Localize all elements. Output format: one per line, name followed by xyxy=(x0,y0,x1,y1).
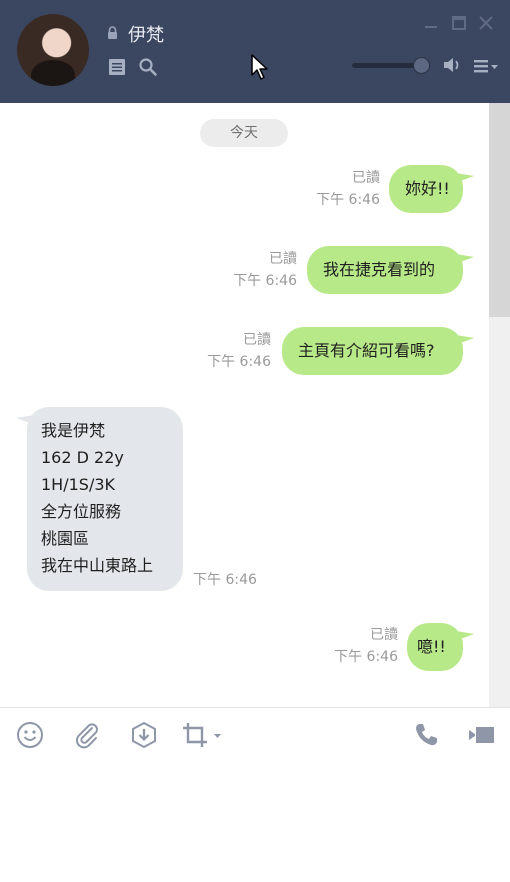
read-status: 已讀 xyxy=(352,170,380,186)
message-meta: 已讀 下午 6:46 xyxy=(217,248,297,292)
message-time: 下午 6:46 xyxy=(233,273,297,289)
avatar[interactable] xyxy=(17,14,89,86)
speaker-icon[interactable] xyxy=(442,56,462,74)
outgoing-message[interactable]: 妳好!! xyxy=(389,165,463,213)
message-line: 我是伊梵 xyxy=(41,421,106,440)
message-time: 下午 6:46 xyxy=(316,192,380,208)
volume-slider-handle[interactable] xyxy=(413,57,430,74)
scrollbar-thumb[interactable] xyxy=(489,103,510,317)
read-status: 已讀 xyxy=(269,251,297,267)
date-divider: 今天 xyxy=(200,119,288,147)
chat-header: 伊梵 xyxy=(0,0,510,103)
message-line: 1H/1S/3K xyxy=(41,475,115,494)
mouse-cursor-icon xyxy=(251,54,268,80)
attach-icon[interactable] xyxy=(72,720,102,750)
video-icon[interactable] xyxy=(466,720,496,750)
message-line: 桃園區 xyxy=(41,529,90,548)
lock-icon xyxy=(108,26,117,39)
outgoing-message[interactable]: 主頁有介紹可看嗎? xyxy=(282,327,463,375)
message-line: 全方位服務 xyxy=(41,502,122,521)
chat-scrollbar[interactable] xyxy=(489,103,510,707)
search-icon[interactable] xyxy=(138,57,158,77)
message-meta: 已讀 下午 6:46 xyxy=(318,624,398,668)
read-status: 已讀 xyxy=(370,627,398,643)
read-status: 已讀 xyxy=(243,332,271,348)
contact-name: 伊梵 xyxy=(128,25,164,46)
emoji-icon[interactable] xyxy=(15,720,45,750)
maximize-icon[interactable] xyxy=(450,14,468,32)
outgoing-message[interactable]: 我在捷克看到的 xyxy=(307,246,463,294)
minimize-icon[interactable] xyxy=(422,14,440,32)
message-time: 下午 6:46 xyxy=(207,354,271,370)
close-icon[interactable] xyxy=(477,14,495,32)
screenshot-icon[interactable] xyxy=(181,720,225,750)
message-line: 162 D 22y xyxy=(41,448,124,467)
incoming-message[interactable]: 我是伊梵 162 D 22y 1H/1S/3K 全方位服務 桃園區 我在中山東路… xyxy=(27,407,183,591)
message-time: 下午 6:46 xyxy=(334,649,398,665)
notes-icon[interactable] xyxy=(107,57,127,77)
chat-messages[interactable]: 今天 已讀 下午 6:46 妳好!! 已讀 下午 6:46 我在捷克看到的 已讀… xyxy=(0,103,489,707)
message-meta: 已讀 下午 6:46 xyxy=(300,167,380,211)
message-meta: 已讀 下午 6:46 xyxy=(191,329,271,373)
message-meta: 下午 6:46 xyxy=(193,569,273,591)
menu-icon[interactable] xyxy=(473,58,499,74)
outgoing-message[interactable]: 噫!! xyxy=(407,623,463,671)
message-input[interactable] xyxy=(0,762,510,882)
keep-icon[interactable] xyxy=(129,720,159,750)
message-line: 我在中山東路上 xyxy=(41,556,154,575)
call-icon[interactable] xyxy=(411,720,441,750)
message-toolbar xyxy=(0,707,510,763)
message-time: 下午 6:46 xyxy=(193,572,257,588)
